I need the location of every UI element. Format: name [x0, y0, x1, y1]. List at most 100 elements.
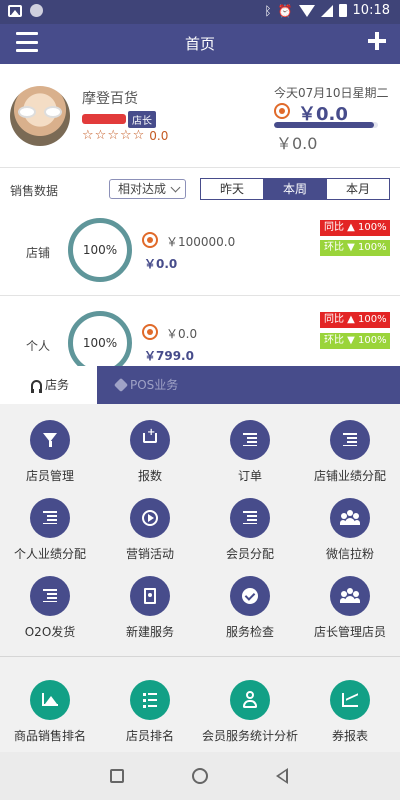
headset-icon — [31, 380, 42, 393]
grid-item-store-performance-allocation[interactable]: 店铺业绩分配 — [300, 404, 400, 483]
date-text: 今天07月10日星期二 — [274, 86, 389, 100]
report-item-label: 会员服务统计分析 — [201, 729, 298, 743]
store-metric: 店铺 100% ￥100000.0 ￥0.0 同比 ▲ 100% 环比 ▼ 10… — [0, 204, 400, 296]
app-notification-icon — [30, 4, 43, 17]
target-indicator-icon — [142, 232, 158, 248]
divider — [0, 656, 400, 657]
alarm-icon: ⏰ — [277, 3, 293, 18]
period-this-month[interactable]: 本月 — [327, 179, 389, 199]
list-icon — [243, 433, 257, 446]
system-nav-bar — [0, 752, 400, 800]
today-progress-bar — [274, 122, 378, 128]
period-selector: 昨天 本周 本月 — [200, 178, 390, 200]
contact-book-icon — [144, 588, 156, 604]
page-title: 首页 — [184, 35, 215, 53]
today-indicator-icon — [274, 103, 290, 119]
list-icon — [243, 511, 257, 524]
tab-store-affairs[interactable]: 店务 — [0, 366, 97, 404]
star-icon: ☆ — [119, 128, 132, 143]
tab-label: POS业务 — [130, 378, 179, 392]
sales-data-label: 销售数据 — [10, 184, 59, 198]
grid-item-wechat-fans[interactable]: 微信拉粉 — [300, 482, 400, 561]
grid-item-manager-manage-staff[interactable]: 店长管理店员 — [300, 560, 400, 639]
tab-bar: 店务 POS业务 — [0, 366, 400, 404]
progress-ring: 100% — [68, 311, 132, 367]
cart-icon — [143, 427, 157, 443]
app-header: 首页 — [0, 24, 400, 64]
star-icon: ☆ — [107, 128, 119, 143]
report-item-label: 券报表 — [331, 729, 368, 743]
check-circle-icon — [242, 588, 258, 604]
star-icon: ☆ — [132, 128, 145, 143]
clock: 10:18 — [352, 3, 390, 18]
list-icon — [43, 511, 57, 524]
metric-actual: ￥799.0 — [144, 349, 194, 363]
function-grid: 店员管理 报数 订单 店铺业绩分配 个人业绩分配 营销活动 会员分配 微信拉粉 … — [0, 404, 400, 639]
report-item-coupon-report[interactable]: 券报表 — [300, 664, 400, 743]
grid-item-label: 服务检查 — [225, 625, 274, 639]
grid-item-staff-management[interactable]: 店员管理 — [0, 404, 100, 483]
rating-stars: ☆ ☆ ☆ ☆ ☆ 0.0 — [82, 128, 168, 143]
target-indicator-icon — [142, 324, 158, 340]
recents-icon[interactable] — [110, 769, 124, 783]
tab-pos-business[interactable]: POS业务 — [97, 366, 400, 404]
people-icon — [340, 588, 360, 604]
tab-label: 店务 — [45, 378, 70, 392]
rating-score: 0.0 — [149, 128, 169, 143]
star-icon: ☆ — [82, 128, 94, 143]
report-item-staff-ranking[interactable]: 店员排名 — [100, 664, 200, 743]
mode-dropdown-value: 相对达成 — [118, 182, 167, 196]
area-chart-icon — [42, 693, 58, 706]
grid-item-personal-performance-allocation[interactable]: 个人业绩分配 — [0, 482, 100, 561]
report-item-label: 商品销售排名 — [13, 729, 86, 743]
period-this-week[interactable]: 本周 — [264, 179, 327, 199]
star-icon: ☆ — [94, 128, 107, 143]
bluetooth-icon: ᛒ — [264, 3, 272, 18]
report-item-member-service-stats[interactable]: 会员服务统计分析 — [200, 664, 300, 743]
funnel-icon — [43, 433, 57, 447]
metric-actual: ￥0.0 — [144, 257, 178, 271]
list-icon — [343, 433, 357, 446]
report-item-label: 店员排名 — [125, 729, 174, 743]
grid-item-report-numbers[interactable]: 报数 — [100, 404, 200, 483]
chevron-down-icon — [170, 182, 181, 193]
people-icon — [340, 510, 360, 526]
signal-icon — [320, 4, 333, 17]
progress-fill — [274, 122, 374, 128]
metric-label: 店铺 — [26, 246, 51, 260]
report-item-product-sales-ranking[interactable]: 商品销售排名 — [0, 664, 100, 743]
metric-target: ￥100000.0 — [166, 235, 236, 249]
ring-percent: 100% — [82, 243, 118, 257]
battery-icon — [338, 4, 347, 17]
grid-item-label: 店长管理店员 — [313, 625, 386, 639]
target-amount: ￥0.0 — [276, 134, 318, 153]
store-name: 摩登百货 — [82, 91, 138, 107]
grid-item-member-allocation[interactable]: 会员分配 — [200, 482, 300, 561]
profile-card: 摩登百货 店长 ☆ ☆ ☆ ☆ ☆ 0.0 今天07月10日星期二 ￥0.0 ￥… — [0, 64, 400, 168]
grid-item-orders[interactable]: 订单 — [200, 404, 300, 483]
numbered-list-icon — [143, 692, 157, 708]
yoy-badge: 同比 ▲ 100% — [320, 312, 390, 328]
mode-dropdown[interactable]: 相对达成 — [109, 179, 186, 199]
metric-label: 个人 — [26, 339, 51, 353]
grid-item-new-service[interactable]: 新建服务 — [100, 560, 200, 639]
avatar[interactable] — [10, 86, 70, 146]
grid-item-label: 新建服务 — [125, 625, 174, 639]
progress-ring: 100% — [68, 218, 132, 282]
yoy-badge: 同比 ▲ 100% — [320, 220, 390, 236]
status-bar: ᛒ ⏰ 10:18 — [0, 0, 400, 24]
grid-item-marketing-activities[interactable]: 营销活动 — [100, 482, 200, 561]
home-icon[interactable] — [192, 768, 208, 784]
function-area: 店员管理 报数 订单 店铺业绩分配 个人业绩分配 营销活动 会员分配 微信拉粉 … — [0, 404, 400, 752]
metric-target: ￥0.0 — [166, 327, 198, 341]
report-grid: 商品销售排名 店员排名 会员服务统计分析 券报表 — [0, 664, 400, 743]
add-icon[interactable] — [366, 30, 388, 52]
grid-item-service-check[interactable]: 服务检查 — [200, 560, 300, 639]
personal-metric: 个人 100% ￥0.0 ￥799.0 同比 ▲ 100% 环比 ▼ 100% — [0, 297, 400, 367]
grid-item-o2o-shipping[interactable]: O2O发货 — [0, 560, 100, 639]
back-icon[interactable] — [276, 768, 288, 784]
list-icon — [43, 589, 57, 602]
user-icon — [243, 691, 257, 709]
wifi-icon — [298, 4, 315, 17]
period-yesterday[interactable]: 昨天 — [201, 179, 264, 199]
